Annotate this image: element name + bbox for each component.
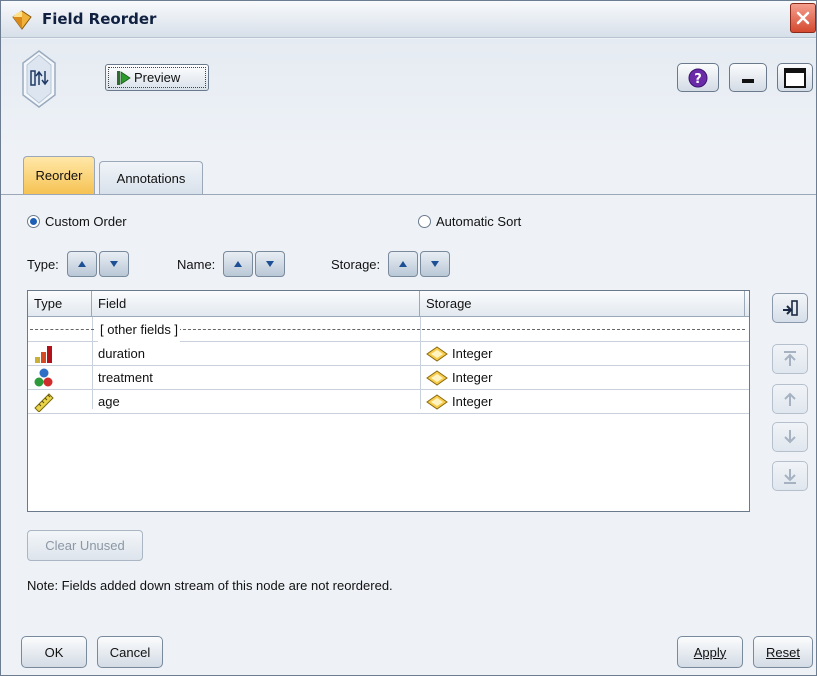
storage-value: Integer (452, 370, 493, 385)
table-row[interactable]: treatment Integer (28, 366, 749, 390)
automatic-sort-option[interactable]: Automatic Sort (418, 214, 521, 229)
nominal-balls-icon (34, 368, 53, 387)
move-bottom-icon (784, 469, 796, 484)
table-row[interactable]: duration Integer (28, 342, 749, 366)
name-sort-label: Name: (177, 256, 216, 272)
help-icon: ? (688, 68, 708, 88)
close-icon (796, 11, 810, 25)
select-fields-icon (783, 300, 798, 316)
custom-order-label: Custom Order (45, 214, 127, 229)
integer-diamond-icon (426, 370, 448, 386)
custom-order-radio[interactable] (27, 215, 40, 228)
field-table[interactable]: Type Field Storage [ other fields ] dura… (27, 290, 750, 512)
other-fields-label: [ other fields ] (98, 318, 181, 342)
field-name: age (98, 394, 120, 409)
clear-unused-label: Clear Unused (45, 538, 125, 553)
name-sort-control: Name: (177, 251, 286, 277)
field-name: treatment (98, 370, 153, 385)
cancel-label: Cancel (109, 644, 151, 660)
window-title: Field Reorder (42, 10, 157, 28)
ok-button[interactable]: OK (21, 636, 87, 668)
automatic-sort-radio[interactable] (418, 215, 431, 228)
node-diamond-icon (12, 10, 32, 30)
triangle-up-icon (399, 261, 408, 267)
placeholder-dash (422, 329, 745, 330)
cancel-button[interactable]: Cancel (97, 636, 163, 668)
maximize-button[interactable] (777, 63, 813, 92)
storage-sort-control: Storage: (331, 251, 451, 277)
storage-sort-descending-button[interactable] (420, 251, 451, 277)
ruler-icon (34, 393, 54, 412)
reset-label: Reset (766, 644, 800, 660)
minimize-button[interactable] (729, 63, 767, 92)
select-fields-button[interactable] (772, 293, 808, 323)
field-reorder-dialog: Field Reorder Preview ? Reorder Annotati… (0, 0, 817, 676)
table-row-other-fields[interactable]: [ other fields ] (28, 318, 749, 342)
move-top-icon (784, 351, 796, 366)
reset-button[interactable]: Reset (753, 636, 813, 668)
move-down-icon (784, 430, 796, 444)
play-icon (117, 70, 131, 85)
triangle-up-icon (77, 261, 86, 267)
storage-value: Integer (452, 346, 493, 361)
automatic-sort-label: Automatic Sort (436, 214, 522, 229)
note-text: Note: Fields added down stream of this n… (27, 578, 393, 593)
placeholder-dash (30, 329, 94, 330)
move-bottom-button[interactable] (772, 461, 808, 491)
field-name: duration (98, 346, 145, 361)
column-header-storage[interactable]: Storage (420, 291, 745, 317)
table-header: Type Field Storage (28, 291, 749, 317)
storage-sort-label: Storage: (331, 256, 381, 272)
integer-diamond-icon (426, 346, 448, 362)
type-sort-control: Type: (27, 251, 129, 277)
continuous-bar-icon (35, 346, 52, 363)
triangle-down-icon (431, 261, 440, 267)
name-sort-ascending-button[interactable] (223, 251, 254, 277)
move-up-button[interactable] (772, 384, 808, 414)
storage-value: Integer (452, 394, 493, 409)
triangle-up-icon (234, 261, 243, 267)
type-sort-descending-button[interactable] (98, 251, 129, 277)
triangle-down-icon (266, 261, 275, 267)
integer-diamond-icon (426, 394, 448, 410)
clear-unused-button[interactable]: Clear Unused (27, 530, 143, 561)
help-button[interactable]: ? (677, 63, 719, 92)
custom-order-option[interactable]: Custom Order (27, 214, 127, 229)
triangle-down-icon (109, 261, 118, 267)
type-sort-ascending-button[interactable] (66, 251, 97, 277)
title-bar[interactable]: Field Reorder (1, 1, 816, 38)
type-sort-label: Type: (27, 256, 59, 272)
toolbar (1, 39, 816, 151)
move-down-button[interactable] (772, 422, 808, 452)
field-reorder-node-icon (22, 50, 56, 108)
preview-label: Preview (134, 70, 181, 85)
tab-reorder-label: Reorder (35, 168, 83, 183)
tab-reorder[interactable]: Reorder (23, 156, 95, 194)
column-header-field[interactable]: Field (92, 291, 420, 317)
apply-label: Apply (693, 644, 727, 660)
maximize-icon (784, 68, 806, 88)
ok-label: OK (44, 644, 64, 660)
tab-annotations-label: Annotations (116, 170, 186, 186)
apply-button[interactable]: Apply (677, 636, 743, 668)
svg-text:?: ? (694, 72, 702, 87)
minimize-icon (742, 79, 754, 83)
preview-button[interactable]: Preview (105, 64, 209, 91)
storage-sort-ascending-button[interactable] (388, 251, 419, 277)
move-up-icon (784, 392, 796, 406)
column-header-type[interactable]: Type (28, 291, 92, 317)
close-button[interactable] (790, 3, 816, 33)
table-row[interactable]: age Integer (28, 390, 749, 414)
tab-annotations[interactable]: Annotations (99, 161, 203, 194)
placeholder-dash (178, 329, 420, 330)
move-top-button[interactable] (772, 344, 808, 374)
name-sort-descending-button[interactable] (255, 251, 286, 277)
